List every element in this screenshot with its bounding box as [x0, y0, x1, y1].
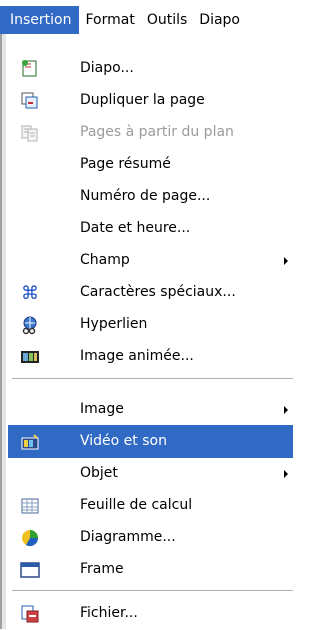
video-sound-icon — [20, 432, 40, 452]
menu-separator — [12, 378, 293, 379]
menu-item-champ[interactable]: Champ — [8, 244, 293, 277]
submenu-arrow-icon — [284, 406, 288, 414]
pages-from-outline-icon — [20, 123, 40, 143]
menu-item-label: Feuille de calcul — [80, 497, 193, 513]
special-characters-icon: ⌘ — [21, 282, 39, 304]
menu-diapo[interactable]: Diapo — [193, 6, 246, 34]
file-icon — [20, 604, 40, 624]
submenu-arrow-icon — [284, 470, 288, 478]
menu-item-label: Image animée... — [80, 348, 194, 364]
menu-item-dupliquer-la-page[interactable]: Dupliquer la page — [8, 84, 293, 117]
menu-item-label: Diapo... — [80, 60, 134, 76]
menu-format[interactable]: Format — [79, 6, 140, 34]
new-slide-icon — [20, 59, 40, 79]
submenu-arrow-icon — [284, 257, 288, 265]
menu-item-label: Dupliquer la page — [80, 92, 205, 108]
menu-item-feuille-de-calcul[interactable]: Feuille de calcul — [8, 489, 293, 522]
menu-item-diagramme[interactable]: Diagramme... — [8, 521, 293, 554]
chart-icon — [20, 528, 40, 548]
menu-item-label: Vidéo et son — [80, 433, 167, 449]
menu-item-label: Frame — [80, 561, 124, 577]
menu-item-label: Diagramme... — [80, 529, 176, 545]
menu-item-frame[interactable]: Frame — [8, 553, 293, 586]
menu-item-label: Image — [80, 401, 124, 417]
menu-item-label: Fichier... — [80, 605, 138, 621]
menu-item-date-et-heure[interactable]: Date et heure... — [8, 212, 293, 245]
menu-item-pages-a-partir-du-plan[interactable]: Pages à partir du plan — [8, 116, 293, 149]
menu-item-hyperlien[interactable]: Hyperlien — [8, 308, 293, 341]
menu-item-caracteres-speciaux[interactable]: ⌘ Caractères spéciaux... — [8, 276, 293, 309]
menu-item-numero-de-page[interactable]: Numéro de page... — [8, 180, 293, 213]
spreadsheet-icon — [20, 496, 40, 516]
frame-icon — [20, 560, 40, 580]
menu-separator — [12, 590, 293, 591]
menu-outils[interactable]: Outils — [141, 6, 193, 34]
menu-insertion[interactable]: Insertion — [0, 6, 80, 34]
menu-item-label: Champ — [80, 252, 130, 268]
duplicate-page-icon — [20, 91, 40, 111]
menu-item-video-et-son[interactable]: Vidéo et son — [8, 425, 293, 458]
menu-item-page-resume[interactable]: Page résumé — [8, 148, 293, 181]
dropdown-icon-gutter — [2, 34, 6, 629]
menu-item-fichier[interactable]: Fichier... — [8, 597, 293, 630]
menu-item-label: Caractères spéciaux... — [80, 284, 236, 300]
menu-bar: Insertion Format Outils Diapo — [0, 0, 293, 36]
menu-item-objet[interactable]: Objet — [8, 457, 293, 490]
menu-item-label: Hyperlien — [80, 316, 148, 332]
menu-item-label: Objet — [80, 465, 118, 481]
menu-item-label: Date et heure... — [80, 220, 191, 236]
menu-item-label: Page résumé — [80, 156, 171, 172]
menu-item-label: Numéro de page... — [80, 188, 211, 204]
menu-item-image[interactable]: Image — [8, 393, 293, 426]
menu-item-diapo[interactable]: Diapo... — [8, 52, 293, 85]
menu-item-label: Pages à partir du plan — [80, 124, 234, 140]
menu-item-image-animee[interactable]: Image animée... — [8, 340, 293, 373]
hyperlink-icon — [20, 315, 40, 335]
animated-image-icon — [20, 347, 40, 367]
